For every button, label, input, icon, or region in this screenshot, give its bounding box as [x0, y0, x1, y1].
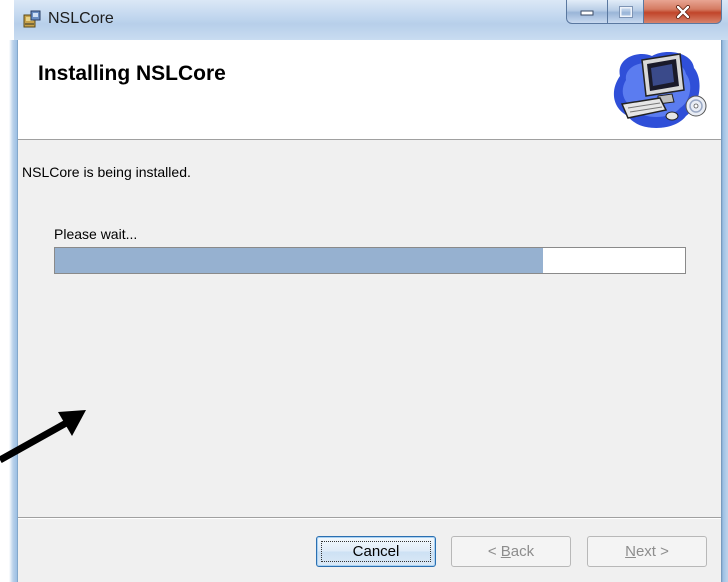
close-icon — [675, 4, 690, 19]
window-frame-right — [721, 40, 728, 582]
computer-setup-icon — [613, 52, 707, 128]
caption-buttons — [566, 0, 722, 24]
back-button[interactable]: < Back — [451, 536, 571, 567]
maximize-button[interactable] — [608, 0, 644, 24]
install-status-text: NSLCore is being installed. — [22, 164, 191, 180]
maximize-icon — [618, 5, 633, 18]
next-button-rest: ext > — [635, 543, 669, 560]
header-banner: Installing NSLCore — [18, 40, 721, 140]
title-bar-edge — [0, 0, 14, 40]
next-button-accel: N — [625, 543, 636, 560]
dialog-client-area: Installing NSLCore NSLCore is being inst… — [18, 40, 721, 582]
progress-fill — [55, 248, 543, 273]
back-button-prefix: < — [487, 543, 501, 560]
minimize-button[interactable] — [566, 0, 608, 24]
footer-separator — [18, 517, 721, 519]
install-progress-bar — [54, 247, 686, 274]
title-bar[interactable]: NSLCore — [0, 0, 728, 40]
minimize-icon — [580, 10, 594, 15]
next-button[interactable]: Next > — [587, 536, 707, 567]
installer-icon[interactable] — [22, 9, 42, 29]
cancel-button[interactable]: Cancel — [316, 536, 436, 567]
please-wait-label: Please wait... — [54, 226, 138, 242]
arrow-pointer-icon — [0, 410, 86, 464]
installer-window: NSLCore Installing NSLCore NSLCore is be… — [0, 0, 728, 582]
cancel-button-label: Cancel — [352, 543, 400, 560]
close-button[interactable] — [644, 0, 722, 24]
back-button-accel: B — [500, 543, 511, 560]
window-frame-left — [0, 40, 18, 582]
banner-title: Installing NSLCore — [38, 62, 226, 85]
back-button-rest: ack — [510, 543, 535, 560]
window-title: NSLCore — [48, 10, 114, 27]
